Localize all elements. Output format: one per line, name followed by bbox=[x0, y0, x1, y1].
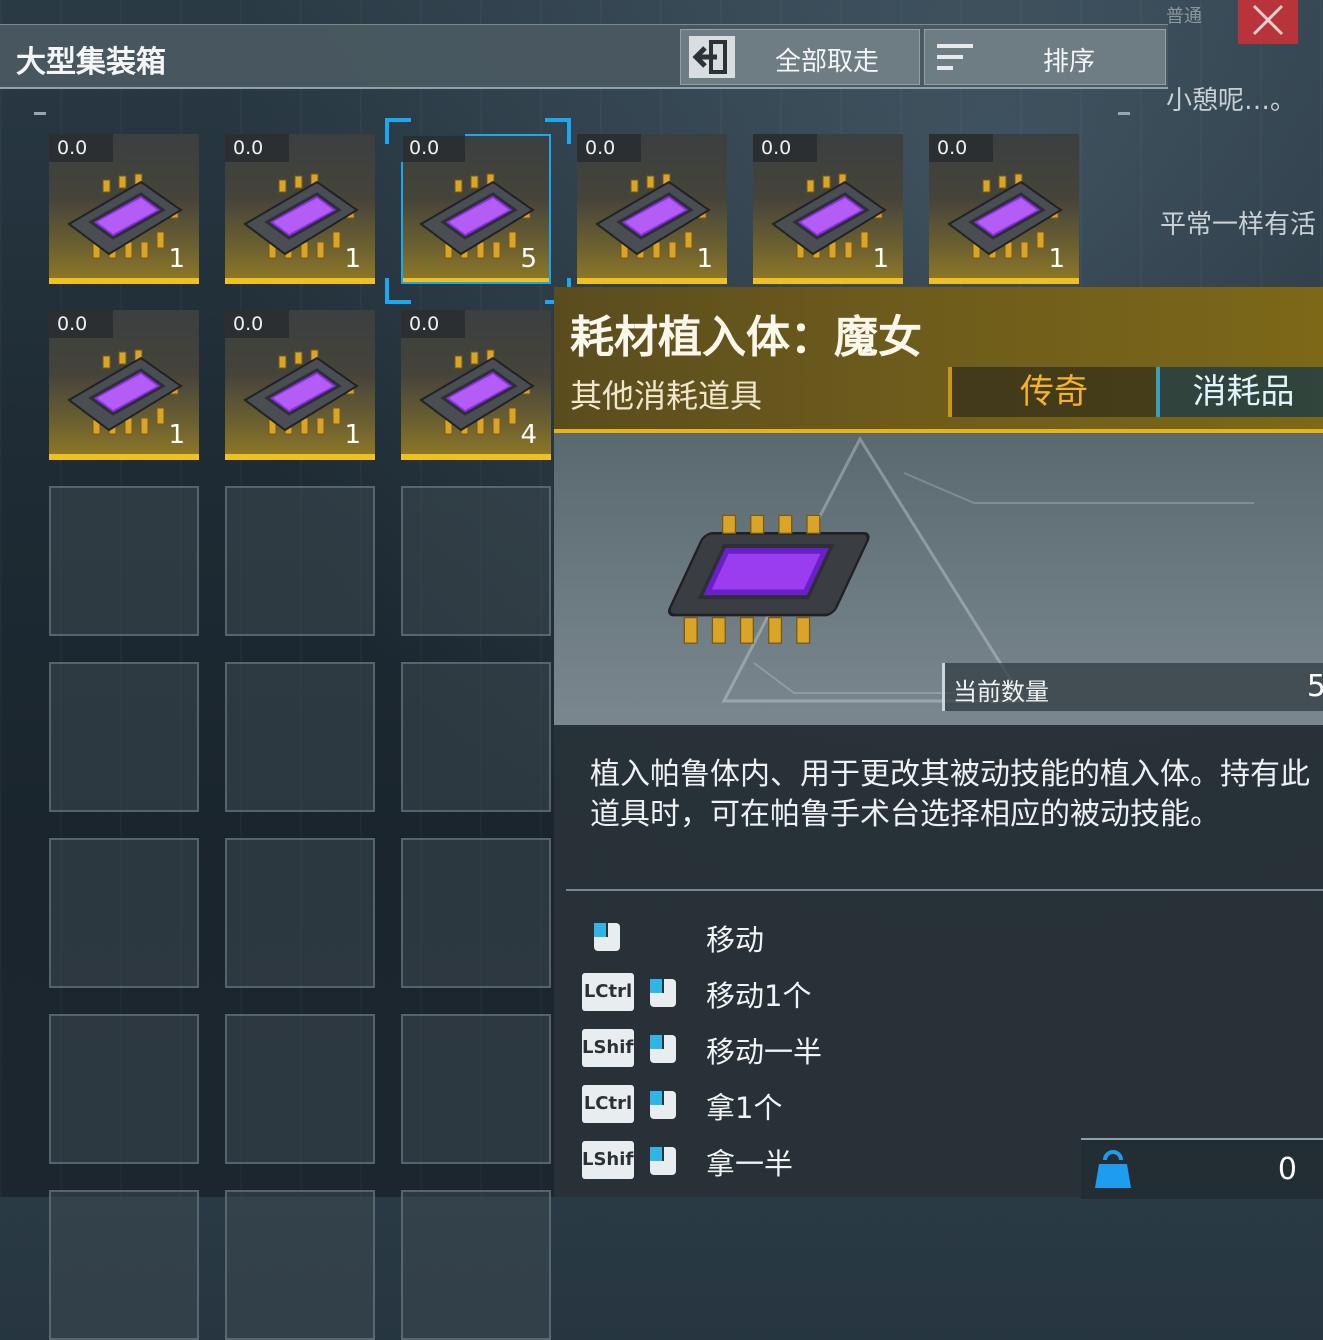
inventory-slot[interactable]: 0.0 1 bbox=[49, 134, 199, 284]
background-text-top: 普通 bbox=[1166, 6, 1202, 27]
control-hint: LCtrl 拿1个 bbox=[582, 1085, 1282, 1125]
inventory-slot[interactable]: 0.0 1 bbox=[577, 134, 727, 284]
slot-weight: 0.0 bbox=[929, 134, 993, 162]
control-label: 移动1个 bbox=[706, 979, 812, 1013]
empty-slot[interactable] bbox=[49, 1014, 199, 1164]
background-text-line2: 平常一样有活 bbox=[1160, 210, 1317, 240]
slot-count: 1 bbox=[872, 244, 889, 274]
scroll-marker-left bbox=[34, 112, 46, 115]
sort-icon bbox=[937, 44, 973, 70]
quantity-label: 当前数量 bbox=[953, 678, 1049, 706]
slot-weight: 0.0 bbox=[225, 310, 289, 338]
current-quantity-bar: 当前数量 5 bbox=[942, 663, 1323, 711]
rarity-badge: 传奇 bbox=[948, 367, 1160, 417]
weight-amount: 0 bbox=[1277, 1152, 1297, 1187]
inventory-slot[interactable]: 0.0 4 bbox=[401, 310, 551, 460]
sort-button[interactable]: 排序 bbox=[924, 29, 1166, 85]
slot-count: 1 bbox=[344, 420, 361, 450]
take-all-label: 全部取走 bbox=[775, 47, 880, 77]
weight-display: 0 bbox=[1081, 1138, 1323, 1199]
empty-slot[interactable] bbox=[401, 486, 551, 636]
slot-count: 1 bbox=[696, 244, 713, 274]
slot-count: 1 bbox=[168, 244, 185, 274]
control-label: 拿1个 bbox=[706, 1091, 783, 1125]
exit-arrow-icon bbox=[689, 36, 735, 78]
slot-weight: 0.0 bbox=[49, 134, 113, 162]
key-badge: LCtrl bbox=[582, 1085, 634, 1123]
slot-weight: 0.0 bbox=[49, 310, 113, 338]
empty-slot[interactable] bbox=[49, 662, 199, 812]
empty-slot[interactable] bbox=[49, 1190, 199, 1340]
empty-slot[interactable] bbox=[49, 486, 199, 636]
empty-slot[interactable] bbox=[401, 1190, 551, 1340]
empty-slot[interactable] bbox=[225, 838, 375, 988]
sort-label: 排序 bbox=[1043, 47, 1096, 77]
mouse-left-icon bbox=[646, 1143, 680, 1177]
empty-slot[interactable] bbox=[401, 662, 551, 812]
bag-icon bbox=[1095, 1150, 1131, 1188]
slot-count: 1 bbox=[344, 244, 361, 274]
slot-count: 1 bbox=[168, 420, 185, 450]
inventory-slot[interactable]: 0.0 1 bbox=[49, 310, 199, 460]
slot-weight: 0.0 bbox=[401, 310, 465, 338]
empty-slot[interactable] bbox=[49, 838, 199, 988]
slot-count: 4 bbox=[520, 420, 537, 450]
container-header: 大型集装箱 全部取走 排序 bbox=[0, 24, 1168, 89]
empty-slot[interactable] bbox=[225, 1014, 375, 1164]
divider bbox=[566, 889, 1323, 891]
control-hint: LCtrl 移动1个 bbox=[582, 973, 1282, 1013]
item-detail-panel: 耗材植入体：魔女 其他消耗道具 传奇 消耗品 当前数量 5 植入帕鲁体内、用于更… bbox=[554, 287, 1323, 1197]
key-badge: LShift bbox=[582, 1029, 642, 1067]
container-title: 大型集装箱 bbox=[16, 45, 166, 80]
slot-count: 5 bbox=[520, 244, 537, 274]
key-badge: LShift bbox=[582, 1141, 642, 1179]
item-type-badge: 消耗品 bbox=[1156, 367, 1323, 417]
empty-slot[interactable] bbox=[401, 838, 551, 988]
mouse-left-icon bbox=[646, 1087, 680, 1121]
inventory-slot[interactable]: 0.0 1 bbox=[753, 134, 903, 284]
inventory-slot[interactable]: 0.0 5 bbox=[401, 134, 551, 284]
inventory-slot[interactable]: 0.0 1 bbox=[225, 310, 375, 460]
control-label: 移动 bbox=[706, 923, 765, 957]
control-label: 拿一半 bbox=[706, 1147, 794, 1181]
control-hint: 移动 bbox=[582, 917, 1282, 957]
empty-slot[interactable] bbox=[225, 486, 375, 636]
key-badge: LCtrl bbox=[582, 973, 634, 1011]
slot-weight: 0.0 bbox=[401, 134, 465, 162]
inventory-slot[interactable]: 0.0 1 bbox=[225, 134, 375, 284]
mouse-left-icon bbox=[646, 1031, 680, 1065]
item-name: 耗材植入体：魔女 bbox=[570, 312, 922, 363]
background-text-line1: 小憩呢…。 bbox=[1166, 86, 1297, 116]
control-hint: LShift 移动一半 bbox=[582, 1029, 1282, 1069]
take-all-button[interactable]: 全部取走 bbox=[680, 29, 920, 85]
item-description: 植入帕鲁体内、用于更改其被动技能的植入体。持有此道具时，可在帕鲁手术台选择相应的… bbox=[590, 757, 1310, 832]
slot-weight: 0.0 bbox=[753, 134, 817, 162]
mouse-left-icon bbox=[646, 975, 680, 1009]
empty-slot[interactable] bbox=[401, 1014, 551, 1164]
slot-weight: 0.0 bbox=[577, 134, 641, 162]
mouse-left-icon bbox=[590, 919, 624, 953]
implant-chip-large-icon bbox=[668, 514, 870, 644]
empty-slot[interactable] bbox=[225, 1190, 375, 1340]
close-button[interactable] bbox=[1238, 0, 1298, 44]
control-label: 移动一半 bbox=[706, 1035, 823, 1069]
slot-weight: 0.0 bbox=[225, 134, 289, 162]
inventory-slot[interactable]: 0.0 1 bbox=[929, 134, 1079, 284]
scroll-marker-right bbox=[1118, 112, 1130, 115]
item-detail-header: 耗材植入体：魔女 其他消耗道具 传奇 消耗品 bbox=[554, 287, 1323, 433]
empty-slot[interactable] bbox=[225, 662, 375, 812]
item-category: 其他消耗道具 bbox=[570, 377, 763, 415]
close-icon bbox=[1252, 4, 1284, 36]
quantity-value: 5 bbox=[1306, 669, 1323, 704]
slot-count: 1 bbox=[1048, 244, 1065, 274]
